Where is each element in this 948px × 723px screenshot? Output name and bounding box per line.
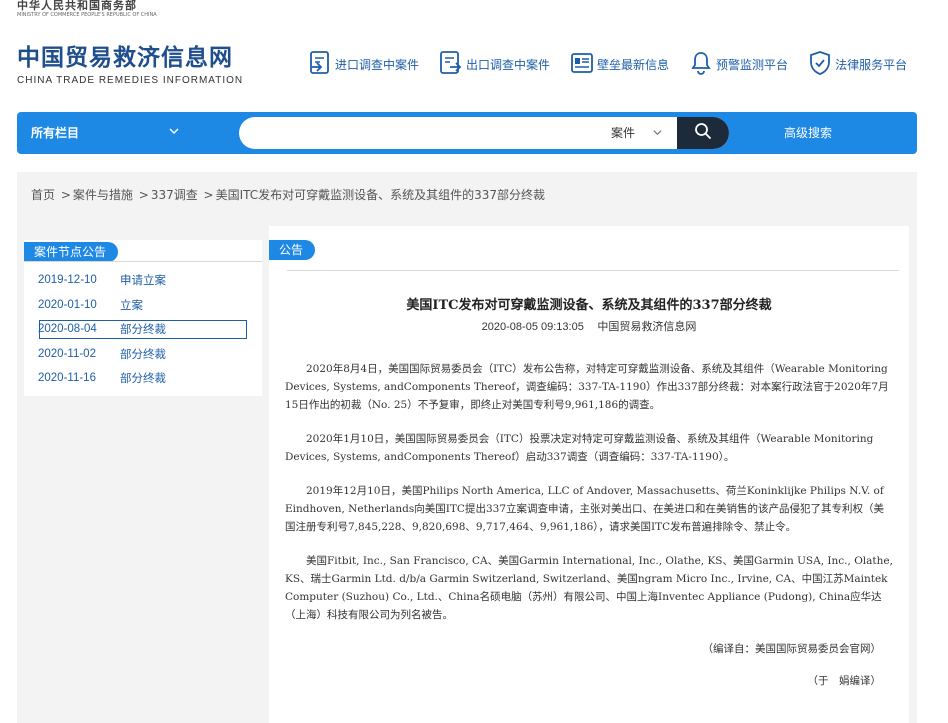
nav-import-cases-label: 进口调查中案件 xyxy=(335,57,420,72)
ministry-name-en: MINISTRY OF COMMERCE PEOPLE'S REPUBLIC O… xyxy=(17,12,157,18)
shield-icon xyxy=(808,50,835,79)
article-date: 2020-08-05 09:13:05 xyxy=(481,321,584,333)
case-node-date: 2020-11-16 xyxy=(38,372,96,384)
import-case-icon xyxy=(308,50,335,79)
article-paragraph: 2020年1月10日，美国国际贸易委员会（ITC）投票决定对特定可穿戴监测设备、… xyxy=(285,433,874,463)
site-logo[interactable]: 中国贸易救济信息网 CHINA TRADE REMEDIES INFORMATI… xyxy=(17,44,243,88)
article-title: 美国ITC发布对可穿戴监测设备、系统及其组件的337部分终裁 xyxy=(406,298,772,313)
search-box: 案件 xyxy=(239,117,729,149)
case-node-date: 2020-08-04 xyxy=(38,323,97,335)
case-node-item[interactable]: 2019-12-10 申请立案 xyxy=(36,268,250,293)
search-type-label: 案件 xyxy=(611,126,636,140)
divider xyxy=(24,261,262,262)
announcement-tab: 公告 xyxy=(269,240,316,260)
article-meta: 2020-08-05 09:13:05 中国贸易救济信息网 xyxy=(269,318,909,334)
export-case-icon xyxy=(439,50,466,79)
nav-barrier-info[interactable]: 壁垒最新信息 xyxy=(570,51,669,78)
chevron-down-icon xyxy=(653,129,662,140)
article-paragraph: 2019年12月10日，美国Philips North America, LLC… xyxy=(285,485,885,533)
site-title-cn: 中国贸易救济信息网 xyxy=(17,45,233,71)
breadcrumb-current: 美国ITC发布对可穿戴监测设备、系统及其组件的337部分终裁 xyxy=(215,188,546,202)
article-body: 2020年8月4日，美国国际贸易委员会（ITC）发布公告称，对特定可穿戴监测设备… xyxy=(285,360,893,704)
search-icon xyxy=(694,122,712,144)
case-node-title: 案件节点公告 xyxy=(24,242,119,262)
case-node-label: 部分终裁 xyxy=(120,346,166,361)
search-button[interactable] xyxy=(677,117,729,149)
all-columns-dropdown[interactable]: 所有栏目 xyxy=(31,112,179,154)
case-node-label: 申请立案 xyxy=(120,273,166,287)
divider xyxy=(287,270,899,271)
breadcrumb-separator: > xyxy=(60,188,71,202)
case-node-item-active[interactable]: 2020-08-04 部分终裁 xyxy=(36,317,250,342)
nav-warning-platform-label: 预警监测平台 xyxy=(716,57,789,72)
article-paragraph: 2020年8月4日，美国国际贸易委员会（ITC）发布公告称，对特定可穿戴监测设备… xyxy=(285,363,889,411)
search-type-select[interactable]: 案件 xyxy=(611,117,662,149)
search-input[interactable] xyxy=(253,123,593,143)
article-compiled-from: （编译自：美国国际贸易委员会官网） xyxy=(702,643,882,655)
advanced-search-link[interactable]: 高级搜索 xyxy=(784,112,832,154)
ministry-name-cn: 中华人民共和国商务部 xyxy=(17,0,137,12)
case-node-list: 2019-12-10 申请立案 2020-01-10 立案 2020-08-04… xyxy=(36,268,250,391)
nav-import-cases[interactable]: 进口调查中案件 xyxy=(308,50,419,79)
nav-warning-platform[interactable]: 预警监测平台 xyxy=(689,50,788,79)
case-node-label: 部分终裁 xyxy=(120,371,166,385)
article-paragraph: 美国Fitbit, Inc., San Francisco, CA、美国Garm… xyxy=(285,555,893,621)
breadcrumb-337[interactable]: 337调查 xyxy=(151,188,198,202)
case-node-date: 2019-12-10 xyxy=(38,274,97,286)
nav-export-cases-label: 出口调查中案件 xyxy=(466,57,551,72)
article-panel: 公告 美国ITC发布对可穿戴监测设备、系统及其组件的337部分终裁 2020-0… xyxy=(269,226,909,723)
breadcrumb-cases[interactable]: 案件与措施 xyxy=(73,188,133,202)
breadcrumb-home[interactable]: 首页 xyxy=(31,188,55,202)
nav-export-cases[interactable]: 出口调查中案件 xyxy=(439,50,550,79)
case-node-item[interactable]: 2020-11-02 部分终裁 xyxy=(36,342,250,367)
case-node-date: 2020-01-10 xyxy=(38,298,97,311)
breadcrumb-separator: > xyxy=(203,188,214,202)
breadcrumb: 首页 > 案件与措施 >337调查 > 美国ITC发布对可穿戴监测设备、系统及其组件… xyxy=(31,186,547,203)
case-node-date: 2020-11-02 xyxy=(38,347,96,360)
breadcrumb-separator: > xyxy=(138,188,149,202)
case-node-label: 部分终裁 xyxy=(120,322,166,336)
content-area: 首页 > 案件与措施 >337调查 > 美国ITC发布对可穿戴监测设备、系统及其组件… xyxy=(17,172,917,723)
nav-legal-platform[interactable]: 法律服务平台 xyxy=(808,50,907,79)
all-columns-label: 所有栏目 xyxy=(31,126,80,140)
site-title-en: CHINA TRADE REMEDIES INFORMATION xyxy=(17,75,244,86)
case-node-item[interactable]: 2020-01-10 立案 xyxy=(36,293,250,318)
bell-icon xyxy=(689,50,716,79)
nav-legal-platform-label: 法律服务平台 xyxy=(835,57,908,72)
barrier-info-icon xyxy=(570,51,597,78)
case-node-panel: 案件节点公告 2019-12-10 申请立案 2020-01-10 立案 202… xyxy=(24,240,262,396)
article-editor: （于 娟编译） xyxy=(807,675,882,687)
case-node-label: 立案 xyxy=(120,297,143,312)
chevron-down-icon xyxy=(169,112,179,154)
case-node-item[interactable]: 2020-11-16 部分终裁 xyxy=(36,366,250,391)
top-nav: 进口调查中案件 出口调查中案件 壁垒最新信息 预警监测平台 法律服务平台 xyxy=(308,49,927,79)
search-bar: 所有栏目 案件 高级搜索 xyxy=(17,112,917,154)
nav-barrier-info-label: 壁垒最新信息 xyxy=(597,57,670,72)
ministry-logo[interactable]: 中华人民共和国商务部 MINISTRY OF COMMERCE PEOPLE'S… xyxy=(17,0,157,19)
article-source: 中国贸易救济信息网 xyxy=(597,320,697,333)
